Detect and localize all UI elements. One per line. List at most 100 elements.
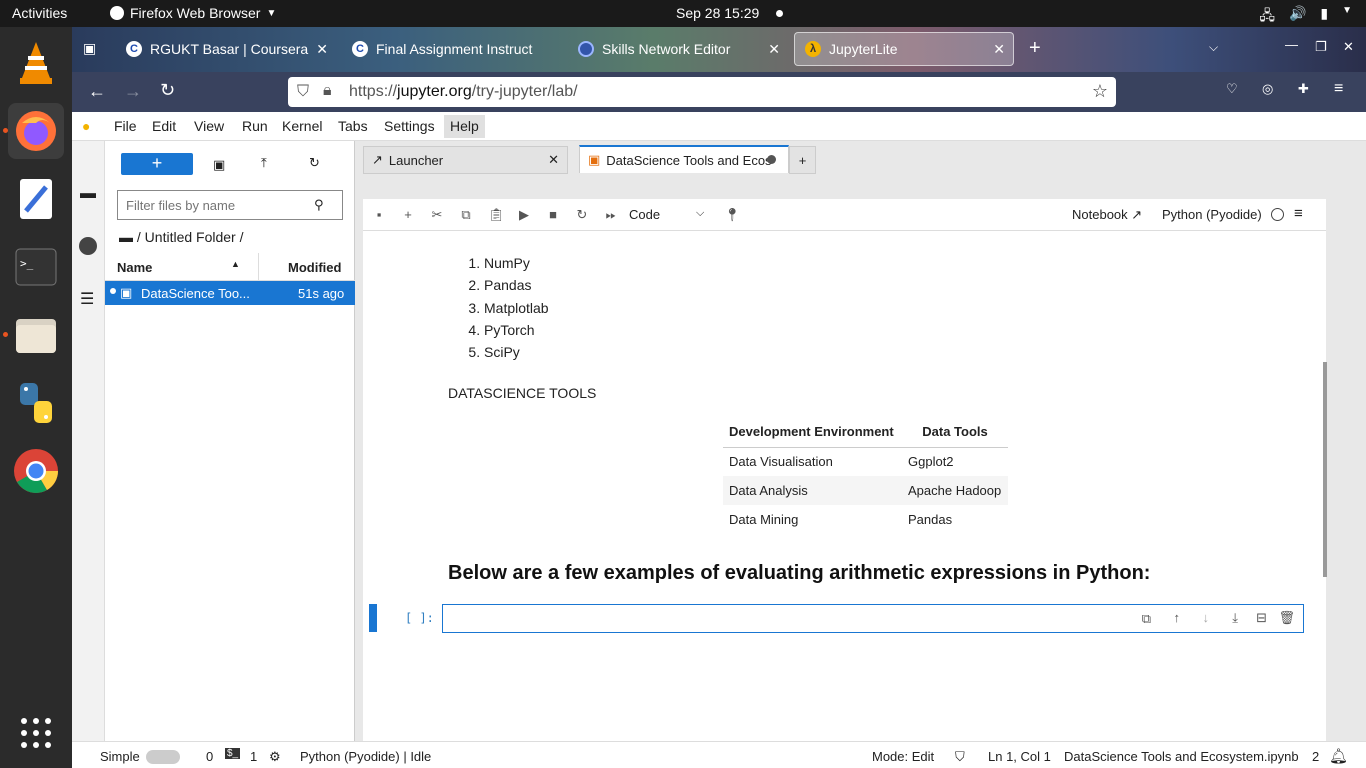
folder-icon[interactable]: ▬ (80, 185, 96, 203)
mode-label: Mode: Edit (872, 749, 935, 764)
move-down-icon[interactable]: ↓ (1203, 610, 1210, 625)
menu-icon[interactable]: ≡ (1334, 80, 1343, 98)
terminal-icon[interactable]: >_ (8, 239, 64, 295)
menu-kernel[interactable]: Kernel (282, 118, 322, 134)
close-icon[interactable]: ✕ (316, 41, 328, 58)
kernel-status[interactable]: Python (Pyodide) | Idle (300, 749, 431, 764)
system-tray[interactable]: 🖧 🔊 ▮ ▼ (1259, 5, 1352, 29)
close-window-button[interactable]: ✕ (1343, 39, 1354, 55)
breadcrumb[interactable]: ▬ / Untitled Folder / (119, 229, 244, 245)
python-icon[interactable] (8, 375, 64, 431)
tab-final-assignment[interactable]: C Final Assignment Instruct (342, 32, 562, 66)
kernel-icon[interactable]: ⚙ (269, 749, 281, 765)
location-pin-icon[interactable]: 📍︎ (724, 208, 741, 222)
copy-icon[interactable]: ⧉ (459, 208, 473, 222)
running-kernels-icon[interactable] (79, 237, 97, 255)
bookmark-star-icon[interactable]: ☆ (1092, 81, 1108, 102)
show-apps-icon[interactable] (8, 705, 64, 761)
text-editor-icon[interactable] (8, 171, 64, 227)
firefox-icon[interactable] (8, 103, 64, 159)
app-menu[interactable]: Firefox Web Browser ▼ (110, 5, 276, 21)
kernel-count: 1 (250, 749, 258, 764)
back-button[interactable]: ← (88, 81, 106, 102)
restart-icon[interactable]: ↻ (575, 208, 589, 222)
extensions-icon[interactable]: ✚ (1298, 81, 1309, 97)
notebook-link[interactable]: Notebook ↗ (1072, 207, 1142, 223)
new-launcher-button[interactable]: + (121, 153, 193, 175)
delete-icon[interactable]: 🗑︎ (1278, 610, 1295, 626)
cut-icon[interactable]: ✂ (430, 208, 444, 222)
shield-icon[interactable]: ⛉ (297, 83, 309, 101)
run-all-icon[interactable]: ⏩︎ (604, 208, 618, 222)
menu-view[interactable]: View (194, 118, 224, 134)
shield-check-icon[interactable]: ⛉ (955, 749, 965, 765)
tab-coursera[interactable]: C RGUKT Basar | Coursera ✕ (116, 32, 336, 66)
vlc-icon[interactable] (8, 35, 64, 91)
insert-above-icon[interactable]: ⤓ (1232, 610, 1238, 626)
firefox-view-icon[interactable]: ▣ (83, 40, 96, 57)
navigation-bar: ← → ↻ ⛉ 🔒︎ https://jupyter.org/try-jupyt… (72, 72, 1366, 112)
close-icon[interactable]: ✕ (768, 41, 780, 58)
clock[interactable]: Sep 28 15:29 (676, 5, 759, 21)
bell-icon[interactable]: 🔔︎ (1329, 747, 1348, 765)
cursor-position[interactable]: Ln 1, Col 1 (988, 749, 1051, 764)
tab-label: DataScience Tools and Ecosy (606, 152, 772, 168)
duplicate-icon[interactable]: ⧉ (1142, 611, 1151, 627)
account-icon[interactable]: ◎ (1262, 81, 1273, 97)
file-name-status[interactable]: DataScience Tools and Ecosystem.ipynb (1064, 749, 1299, 764)
file-row[interactable]: ▣ DataScience Too... 51s ago (105, 281, 355, 305)
tab-notebook[interactable]: ▣ DataScience Tools and Ecosy (579, 145, 789, 173)
paste-icon[interactable]: 📋︎ (488, 208, 505, 222)
name-column-header[interactable]: Name (117, 260, 152, 275)
simple-mode-toggle[interactable] (146, 750, 180, 764)
filter-files-input[interactable] (117, 190, 343, 220)
menu-edit[interactable]: Edit (152, 118, 176, 134)
save-icon[interactable]: ▪ (372, 208, 386, 222)
code-cell-input[interactable]: ⧉ ↑ ↓ ⤓ ⊟ 🗑︎ (442, 604, 1304, 633)
insert-below-icon[interactable]: ⊟ (1256, 610, 1267, 626)
add-tab-button[interactable]: + (789, 146, 816, 174)
files-icon[interactable] (8, 307, 64, 363)
url-text[interactable]: https://jupyter.org/try-jupyter/lab/ (349, 83, 578, 101)
lock-icon[interactable]: 🔒︎ (323, 82, 332, 100)
minimize-button[interactable]: — (1285, 37, 1298, 52)
library-list: NumPy Pandas Matplotlab PyTorch SciPy (456, 252, 549, 363)
menu-run[interactable]: Run (242, 118, 268, 134)
chrome-icon[interactable] (8, 443, 64, 499)
menu-icon[interactable]: ≡ (1294, 205, 1303, 222)
menu-file[interactable]: File (114, 118, 137, 134)
table-of-contents-icon[interactable]: ☰ (80, 289, 94, 309)
table-cell: Pandas (908, 512, 953, 527)
url-bar[interactable]: ⛉ 🔒︎ https://jupyter.org/try-jupyter/lab… (288, 77, 1116, 107)
refresh-icon[interactable]: ↻ (309, 155, 320, 171)
scrollbar[interactable] (1323, 362, 1327, 577)
upload-icon[interactable]: ⤒ (261, 155, 267, 171)
close-icon[interactable]: ✕ (548, 152, 559, 168)
add-cell-icon[interactable]: + (401, 208, 415, 222)
new-folder-icon[interactable]: ▣ (213, 157, 225, 173)
terminal-icon[interactable]: $_ (225, 748, 241, 759)
modified-column-header[interactable]: Modified (288, 260, 341, 275)
menu-help[interactable]: Help (444, 115, 485, 138)
stop-icon[interactable]: ■ (546, 208, 560, 222)
close-icon[interactable]: ✕ (993, 41, 1005, 58)
tab-jupyterlite[interactable]: λ JupyterLite ✕ (794, 32, 1014, 66)
menu-settings[interactable]: Settings (384, 118, 435, 134)
tab-launcher[interactable]: ↗ Launcher ✕ (363, 146, 568, 174)
menu-tabs[interactable]: Tabs (338, 118, 368, 134)
new-tab-button[interactable]: + (1029, 37, 1041, 60)
pocket-icon[interactable]: ♡ (1226, 81, 1238, 97)
breadcrumb-path[interactable]: / Untitled Folder / (137, 229, 244, 245)
activities-button[interactable]: Activities (12, 5, 67, 21)
maximize-button[interactable]: ❐ (1315, 39, 1327, 55)
notebook-icon: ▣ (588, 152, 601, 167)
reload-button[interactable]: ↻ (160, 80, 175, 101)
tab-skills-network[interactable]: Skills Network Editor ✕ (568, 32, 788, 66)
cell-type-select[interactable]: Code (629, 207, 660, 222)
svg-text:>_: >_ (20, 257, 34, 270)
list-tabs-button[interactable]: ⌵ (1209, 40, 1218, 55)
kernel-name[interactable]: Python (Pyodide) (1162, 207, 1262, 222)
forward-button[interactable]: → (124, 81, 142, 102)
move-up-icon[interactable]: ↑ (1174, 610, 1181, 625)
run-icon[interactable]: ▶ (517, 208, 531, 222)
